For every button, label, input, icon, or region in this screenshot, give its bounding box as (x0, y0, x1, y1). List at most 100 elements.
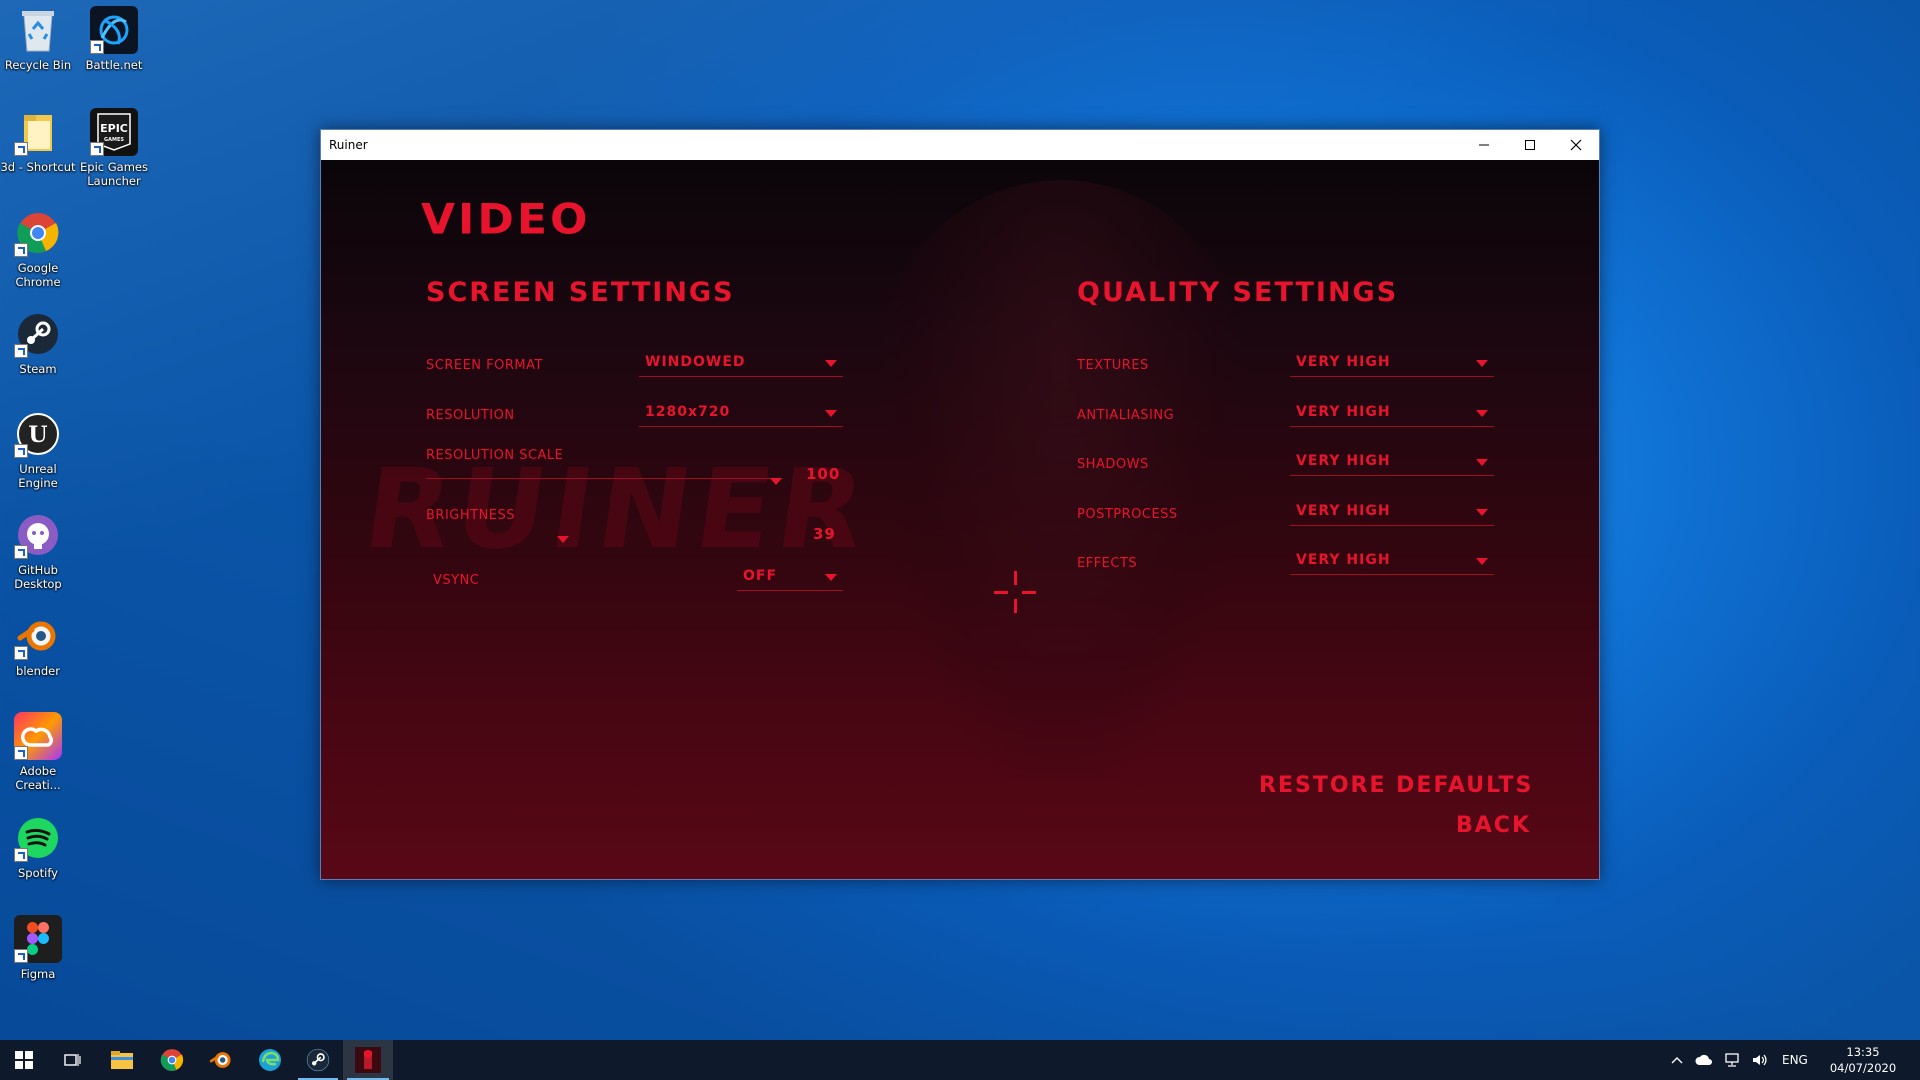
desktop-icon-label: GitHub Desktop (14, 563, 62, 591)
task-view-button[interactable] (48, 1040, 96, 1080)
taskbar-blender[interactable] (197, 1040, 245, 1080)
desktop-icon-label: Figma (20, 967, 56, 981)
taskbar-file-explorer[interactable] (98, 1040, 146, 1080)
textures-dropdown[interactable]: VERY HIGH (1290, 354, 1494, 377)
recycle-bin-icon (14, 6, 62, 54)
desktop-icon-recycle-bin[interactable]: Recycle Bin (0, 6, 76, 72)
window-titlebar[interactable]: Ruiner (321, 130, 1599, 160)
back-button[interactable]: BACK (1456, 813, 1531, 838)
epic-games-icon: EPIC GAMES (90, 108, 138, 156)
clock[interactable]: 13:35 04/07/2020 (1830, 1044, 1896, 1076)
desktop-icon-label: Battle.net (85, 58, 143, 72)
svg-text:GAMES: GAMES (104, 137, 124, 143)
minimize-button[interactable] (1461, 130, 1507, 160)
system-tray: ENG 13:35 04/07/2020 1 (1664, 1040, 1920, 1080)
desktop-icon-label: Steam (19, 362, 57, 376)
folder-icon (14, 108, 62, 156)
antialiasing-dropdown[interactable]: VERY HIGH (1290, 404, 1494, 427)
shortcut-arrow-icon (14, 142, 28, 156)
desktop-icon-epic-games[interactable]: EPIC GAMES Epic Games Launcher (76, 108, 152, 188)
brightness-slider-handle[interactable] (557, 536, 569, 543)
taskbar-ruiner[interactable] (343, 1040, 393, 1080)
screen-format-dropdown[interactable]: WINDOWED (639, 354, 843, 377)
effects-label: EFFECTS (1077, 556, 1138, 571)
chevron-down-icon (825, 574, 837, 581)
shortcut-arrow-icon (14, 243, 28, 257)
figma-icon (14, 915, 62, 963)
restore-defaults-button[interactable]: RESTORE DEFAULTS (1259, 773, 1533, 798)
background-character-art (881, 180, 1241, 780)
chevron-down-icon (1476, 459, 1488, 466)
shortcut-arrow-icon (14, 848, 28, 862)
github-desktop-icon (14, 511, 62, 559)
antialiasing-label: ANTIALIASING (1077, 408, 1175, 423)
svg-text:U: U (28, 422, 47, 448)
crosshair-cursor-icon (994, 571, 1036, 613)
screen-format-value: WINDOWED (645, 354, 746, 370)
edge-icon (259, 1049, 281, 1071)
shortcut-arrow-icon (14, 746, 28, 760)
onedrive-cloud-icon[interactable] (1695, 1053, 1713, 1067)
desktop-icon-adobe-creative-cloud[interactable]: Adobe Creati... (0, 712, 76, 792)
close-icon (1570, 139, 1582, 151)
desktop-icon-unreal-engine[interactable]: U Unreal Engine (0, 410, 76, 490)
page-title: VIDEO (421, 195, 591, 244)
desktop-icon-blender[interactable]: blender (0, 612, 76, 678)
desktop-icon-steam[interactable]: Steam (0, 310, 76, 376)
chevron-down-icon (825, 360, 837, 367)
close-button[interactable] (1553, 130, 1599, 160)
resolution-scale-label: RESOLUTION SCALE (426, 448, 564, 463)
vsync-value: OFF (743, 568, 778, 584)
antialiasing-value: VERY HIGH (1296, 404, 1391, 420)
taskbar-edge[interactable] (246, 1040, 294, 1080)
start-button[interactable] (0, 1040, 48, 1080)
resolution-scale-slider-handle[interactable] (770, 478, 782, 485)
maximize-button[interactable] (1507, 130, 1553, 160)
chevron-down-icon (1476, 558, 1488, 565)
resolution-scale-slider-track[interactable] (426, 478, 782, 479)
window-title: Ruiner (329, 138, 368, 152)
resolution-dropdown[interactable]: 1280x720 (639, 404, 843, 427)
effects-value: VERY HIGH (1296, 552, 1391, 568)
vsync-label: VSYNC (433, 573, 480, 588)
taskbar-chrome[interactable] (148, 1040, 196, 1080)
shadows-dropdown[interactable]: VERY HIGH (1290, 453, 1494, 476)
desktop-icon-label: Recycle Bin (4, 58, 72, 72)
chevron-down-icon (1476, 360, 1488, 367)
battle-net-icon (90, 6, 138, 54)
desktop-icon-label: Unreal Engine (18, 462, 58, 490)
desktop-icon-google-chrome[interactable]: Google Chrome (0, 209, 76, 289)
desktop-icon-battle-net[interactable]: Battle.net (76, 6, 152, 72)
desktop-icon-label: blender (16, 664, 60, 678)
desktop-icon-github-desktop[interactable]: GitHub Desktop (0, 511, 76, 591)
vsync-dropdown[interactable]: OFF (737, 568, 843, 591)
desktop-icon-label: Epic Games Launcher (80, 160, 148, 188)
ruiner-window: Ruiner RUINER VIDEO SCREEN SETTINGS SCRE… (320, 129, 1600, 880)
chrome-icon (14, 209, 62, 257)
effects-dropdown[interactable]: VERY HIGH (1290, 552, 1494, 575)
blender-icon (209, 1052, 231, 1068)
desktop-icon-figma[interactable]: Figma (0, 915, 76, 981)
postprocess-dropdown[interactable]: VERY HIGH (1290, 503, 1494, 526)
desktop-icon-label: Adobe Creati... (15, 764, 61, 792)
svg-text:EPIC: EPIC (100, 122, 128, 135)
screen-settings-heading: SCREEN SETTINGS (426, 277, 735, 308)
textures-label: TEXTURES (1077, 358, 1149, 373)
chevron-up-icon[interactable] (1670, 1053, 1684, 1067)
shortcut-arrow-icon (90, 40, 104, 54)
file-explorer-icon (111, 1051, 133, 1069)
volume-icon[interactable] (1751, 1053, 1769, 1067)
brightness-label: BRIGHTNESS (426, 508, 516, 523)
desktop-icon-label: Spotify (18, 866, 58, 880)
desktop-icon-spotify[interactable]: Spotify (0, 814, 76, 880)
postprocess-value: VERY HIGH (1296, 503, 1391, 519)
desktop-icon-3d-shortcut[interactable]: 3d - Shortcut (0, 108, 76, 174)
chevron-down-icon (825, 410, 837, 417)
taskbar-steam[interactable] (294, 1040, 342, 1080)
chrome-icon (160, 1049, 184, 1071)
chevron-down-icon (1476, 410, 1488, 417)
network-icon[interactable] (1723, 1053, 1741, 1067)
taskbar: ENG 13:35 04/07/2020 1 (0, 1040, 1920, 1080)
game-viewport[interactable]: RUINER VIDEO SCREEN SETTINGS SCREEN FORM… (321, 160, 1599, 879)
language-indicator[interactable]: ENG (1782, 1053, 1808, 1067)
